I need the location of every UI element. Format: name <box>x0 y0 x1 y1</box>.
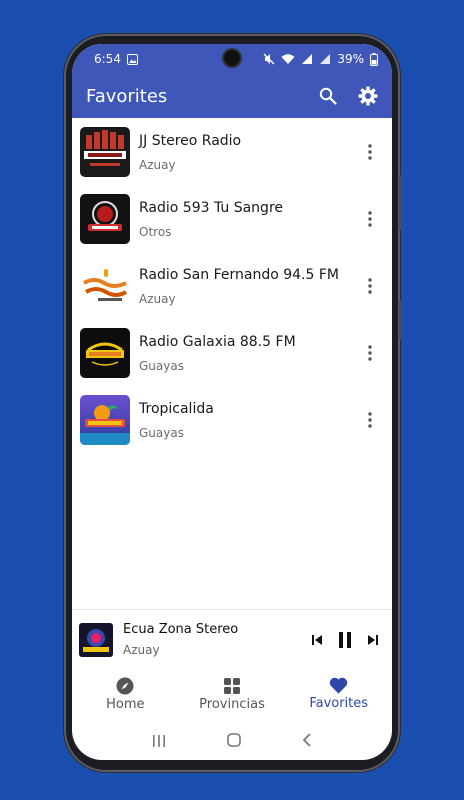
station-logo <box>80 126 130 177</box>
list-item[interactable]: Radio 593 Tu Sangre Otros <box>72 185 392 252</box>
station-region: Azuay <box>139 157 176 172</box>
status-bar: 6:54 39% <box>72 44 392 74</box>
system-home-button[interactable] <box>227 732 241 751</box>
page-title: Favorites <box>86 85 168 107</box>
pause-icon <box>339 631 351 648</box>
nav-favorites[interactable]: Favorites <box>285 671 392 717</box>
skip-next-icon <box>368 634 378 645</box>
more-options-button[interactable] <box>358 341 382 365</box>
recents-button[interactable] <box>152 732 166 751</box>
station-logo <box>80 193 130 244</box>
list-item[interactable]: JJ Stereo Radio Azuay <box>72 118 392 185</box>
station-region: Otros <box>139 224 172 239</box>
station-logo <box>80 260 130 311</box>
station-name: Radio San Fernando 94.5 FM <box>139 266 339 283</box>
now-playing-title: Ecua Zona Stereo <box>123 622 239 637</box>
heart-icon <box>329 677 348 694</box>
favorites-list: JJ Stereo Radio Azuay Radio 593 Tu Sangr… <box>72 118 392 453</box>
more-vert-icon <box>368 143 372 160</box>
list-item[interactable]: Radio San Fernando 94.5 FM Azuay <box>72 252 392 319</box>
grid-icon <box>224 677 240 694</box>
signal-icon <box>302 54 313 64</box>
front-camera <box>224 50 240 66</box>
volume-button <box>399 175 402 230</box>
station-name: Radio 593 Tu Sangre <box>139 199 283 216</box>
app-bar: Favorites <box>72 74 392 118</box>
pause-button[interactable] <box>332 627 358 653</box>
power-button <box>399 300 402 340</box>
bottom-navigation: Home Provincias Favorites <box>72 671 392 717</box>
station-name: Tropicalida <box>139 400 214 417</box>
recents-icon <box>153 734 166 747</box>
nav-provincias[interactable]: Provincias <box>179 671 286 717</box>
mini-player[interactable]: Ecua Zona Stereo Azuay <box>72 609 392 669</box>
battery-percent: 39% <box>337 52 364 66</box>
more-vert-icon <box>368 344 372 361</box>
search-button[interactable] <box>316 84 340 108</box>
gallery-notification-icon <box>126 53 138 65</box>
search-icon <box>319 87 337 105</box>
screen: 6:54 39% Favorites JJ Stereo Radio Azuay… <box>72 44 392 760</box>
settings-button[interactable] <box>356 84 380 108</box>
status-time: 6:54 <box>94 52 121 66</box>
nav-provincias-label: Provincias <box>199 696 265 712</box>
compass-icon <box>116 677 134 694</box>
station-name: Radio Galaxia 88.5 FM <box>139 333 296 350</box>
wifi-icon <box>281 54 295 64</box>
more-options-button[interactable] <box>358 207 382 231</box>
now-playing-region: Azuay <box>123 643 160 657</box>
station-logo <box>80 327 130 378</box>
station-region: Guayas <box>139 358 184 373</box>
back-chevron-icon <box>302 732 311 747</box>
nav-favorites-label: Favorites <box>309 696 369 711</box>
more-options-button[interactable] <box>358 274 382 298</box>
station-logo <box>80 394 130 445</box>
list-item[interactable]: Tropicalida Guayas <box>72 386 392 453</box>
mute-icon <box>263 53 275 65</box>
previous-button[interactable] <box>304 627 330 653</box>
signal-icon <box>320 54 331 64</box>
nav-home[interactable]: Home <box>72 671 179 717</box>
more-vert-icon <box>368 277 372 294</box>
station-region: Azuay <box>139 291 176 306</box>
more-vert-icon <box>368 210 372 227</box>
more-options-button[interactable] <box>358 140 382 164</box>
battery-icon <box>370 52 378 66</box>
nav-home-label: Home <box>106 696 145 712</box>
station-name: JJ Stereo Radio <box>139 132 242 149</box>
skip-previous-icon <box>312 634 322 645</box>
list-item[interactable]: Radio Galaxia 88.5 FM Guayas <box>72 319 392 386</box>
station-region: Guayas <box>139 425 184 440</box>
more-vert-icon <box>368 411 372 428</box>
gear-icon <box>358 86 378 106</box>
next-button[interactable] <box>360 627 386 653</box>
system-navigation-bar <box>72 722 392 760</box>
home-square-icon <box>227 732 241 747</box>
more-options-button[interactable] <box>358 408 382 432</box>
now-playing-logo <box>79 622 113 657</box>
system-back-button[interactable] <box>302 732 312 751</box>
